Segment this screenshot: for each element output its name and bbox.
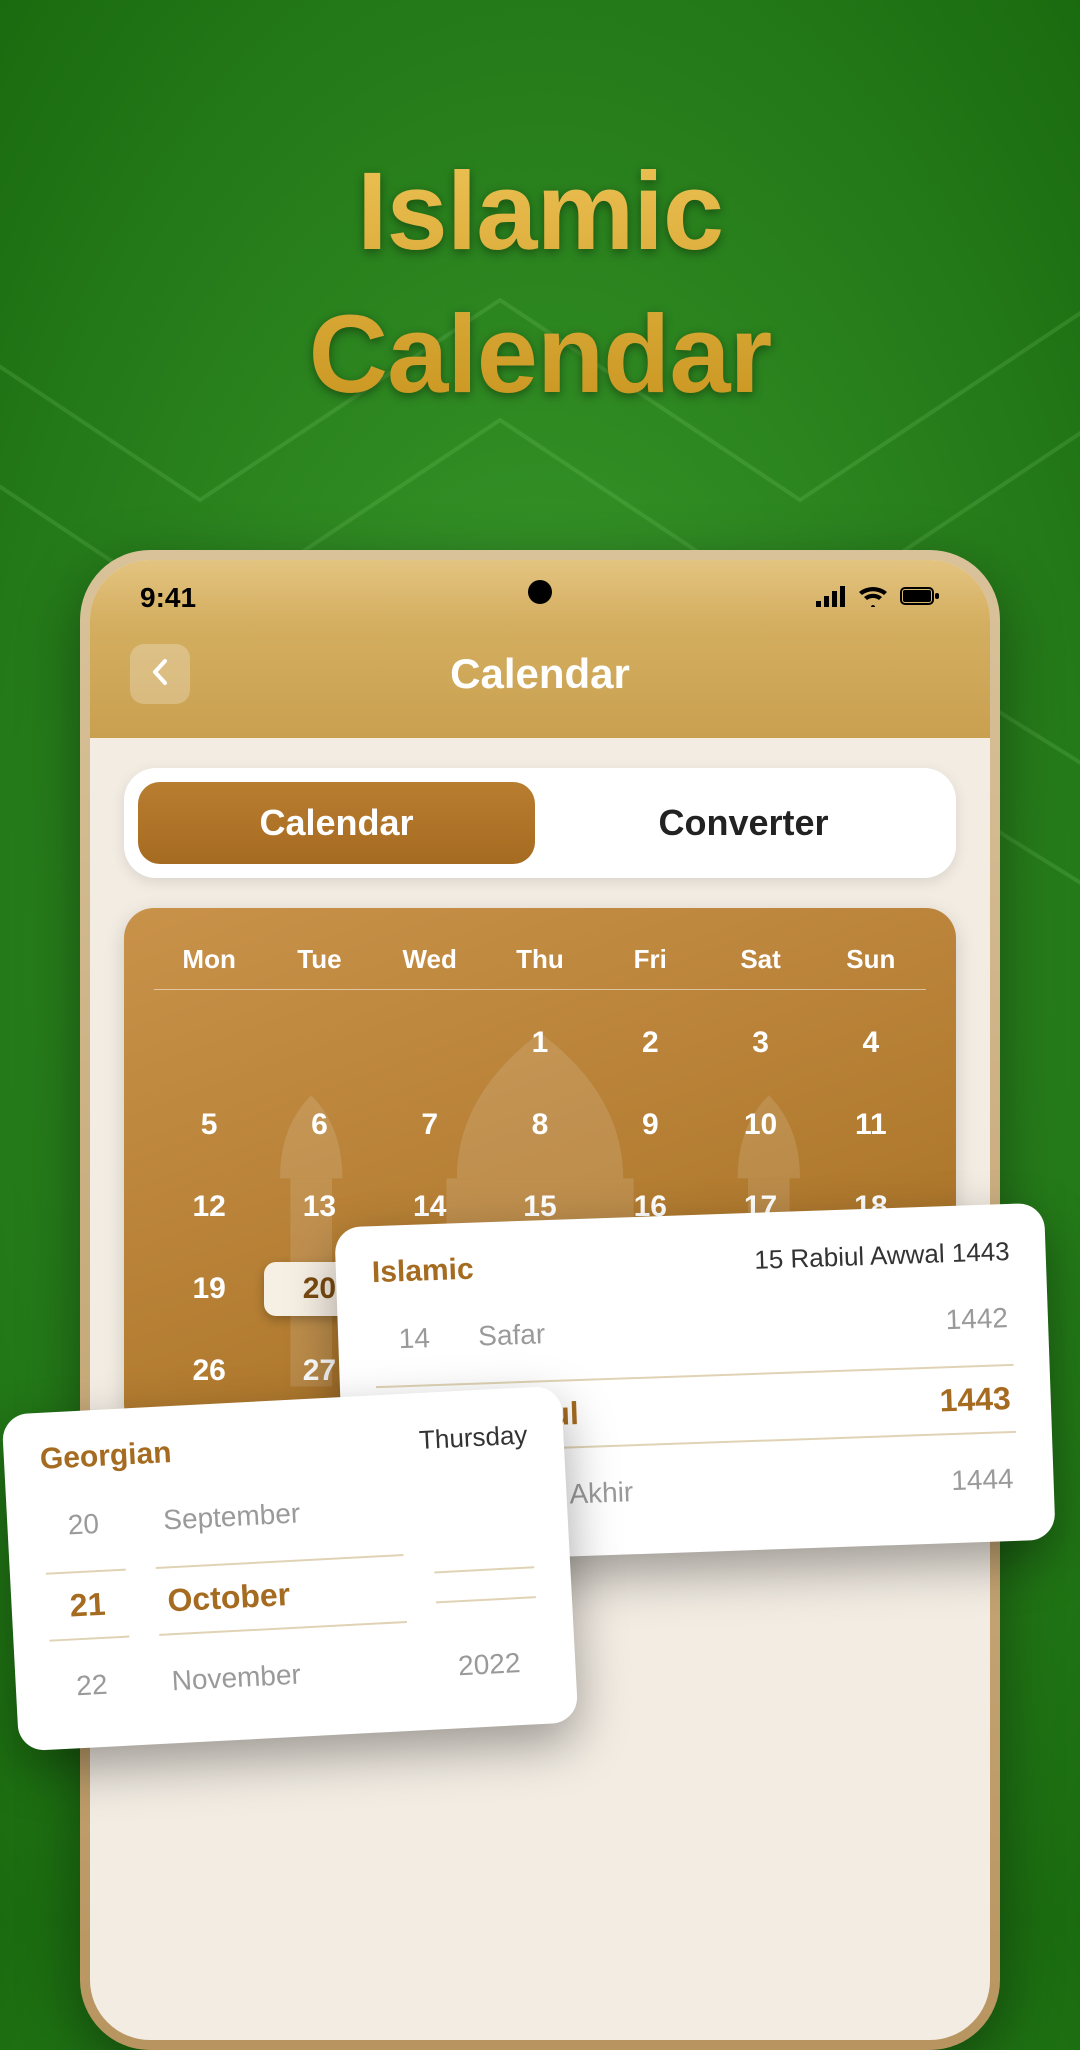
date-cell[interactable]: 11 (816, 1098, 926, 1152)
picker-month: October (156, 1554, 407, 1636)
date-cell[interactable]: 10 (705, 1098, 815, 1152)
weekday-label: Thu (485, 944, 595, 975)
page-title: Calendar (130, 650, 950, 698)
converter-card-georgian: Georgian Thursday 20 September 21 October 22… (2, 1386, 579, 1752)
date-cell[interactable]: 12 (154, 1180, 264, 1234)
weekday-label: Wed (375, 944, 485, 975)
picker-year: 1444 (907, 1461, 1018, 1501)
picker-month: Safar (454, 1304, 903, 1356)
date-cell (375, 1016, 485, 1070)
weekday-label: Sat (705, 944, 815, 975)
picker-month: November (161, 1651, 411, 1700)
battery-icon (900, 582, 940, 614)
hero-line-1: Islamic (0, 140, 1080, 283)
georgian-card-title: Georgian (39, 1436, 172, 1477)
status-bar: 9:41 (90, 560, 990, 624)
date-cell[interactable]: 26 (154, 1344, 264, 1398)
status-time: 9:41 (140, 582, 196, 614)
picker-year (431, 1499, 531, 1508)
georgian-card-subtitle: Thursday (418, 1419, 528, 1456)
date-cell[interactable]: 6 (264, 1098, 374, 1152)
date-cell (154, 1016, 264, 1070)
hero-line-2: Calendar (0, 283, 1080, 426)
wifi-icon (858, 582, 888, 614)
weekday-label: Sun (816, 944, 926, 975)
date-cell (264, 1016, 374, 1070)
picker-day: 20 (43, 1505, 125, 1545)
weekday-label: Fri (595, 944, 705, 975)
picker-year: 1443 (904, 1364, 1016, 1437)
date-cell[interactable]: 5 (154, 1098, 264, 1152)
date-cell[interactable]: 19 (154, 1262, 264, 1316)
date-cell[interactable]: 4 (816, 1016, 926, 1070)
date-cell[interactable]: 2 (595, 1016, 705, 1070)
picker-year: 2022 (438, 1644, 540, 1685)
tab-switcher: Calendar Converter (124, 768, 956, 878)
picker-day: 21 (46, 1569, 130, 1642)
tab-calendar[interactable]: Calendar (138, 782, 535, 864)
signal-icon (816, 582, 846, 614)
islamic-card-subtitle: 15 Rabiul Awwal 1443 (754, 1235, 1010, 1275)
hero-title: Islamic Calendar (0, 0, 1080, 426)
date-cell[interactable]: 1 (485, 1016, 595, 1070)
weekday-label: Tue (264, 944, 374, 975)
date-cell[interactable]: 8 (485, 1098, 595, 1152)
date-cell[interactable]: 9 (595, 1098, 705, 1152)
picker-day: 14 (374, 1319, 455, 1358)
picker-year (434, 1566, 536, 1603)
camera-notch (528, 580, 552, 604)
app-header: Calendar (90, 624, 990, 738)
date-cell[interactable]: 3 (705, 1016, 815, 1070)
weekday-header-row: MonTueWedThuFriSatSun (154, 944, 926, 990)
islamic-card-title: Islamic (371, 1253, 474, 1291)
picker-day: 22 (51, 1665, 133, 1705)
picker-year: 1442 (901, 1300, 1012, 1340)
tab-converter[interactable]: Converter (545, 782, 942, 864)
weekday-label: Mon (154, 944, 264, 975)
date-cell[interactable]: 7 (375, 1098, 485, 1152)
picker-month: September (152, 1490, 402, 1539)
georgian-picker[interactable]: 20 September 21 October 22 November 2022 (42, 1469, 541, 1719)
